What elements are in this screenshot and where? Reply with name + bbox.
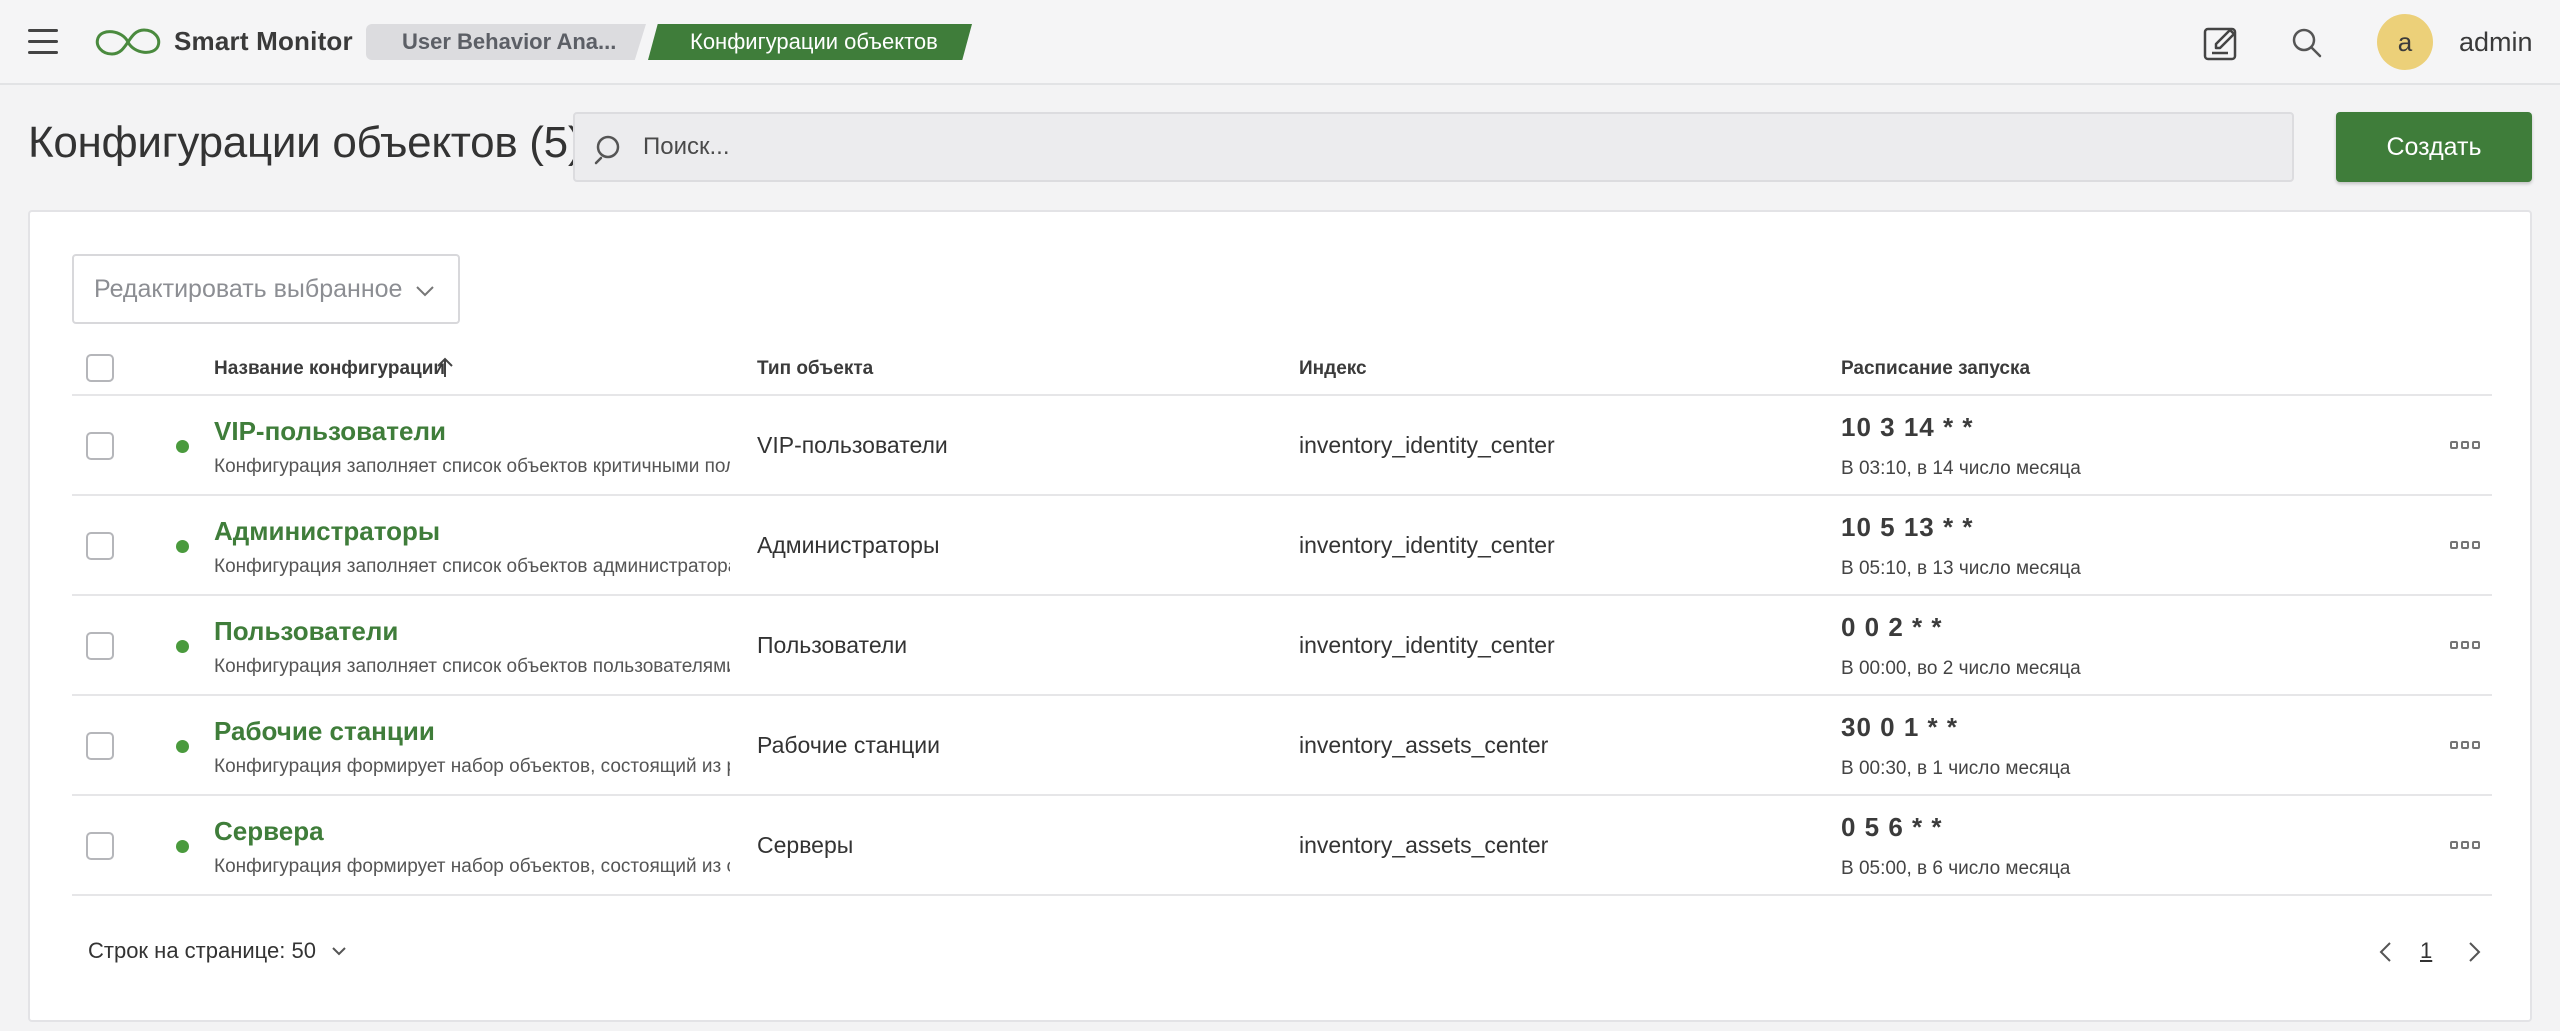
row-checkbox[interactable] <box>86 732 114 760</box>
schedule-description: В 05:00, в 6 число месяца <box>1841 858 2071 879</box>
object-type: Пользователи <box>757 632 908 658</box>
more-options-icon[interactable] <box>2450 836 2484 854</box>
object-type: Серверы <box>757 832 854 858</box>
search-icon[interactable] <box>2290 26 2324 60</box>
config-description: Конфигурация формирует набор объектов, с… <box>214 856 730 877</box>
chevron-down-icon <box>332 947 346 956</box>
schedule-description: В 03:10, в 14 число месяца <box>1841 458 2081 479</box>
schedule-cron: 10 5 13 * * <box>1841 512 1974 542</box>
config-name-link[interactable]: Администраторы <box>214 516 440 547</box>
menu-icon[interactable] <box>28 29 58 55</box>
row-checkbox[interactable] <box>86 532 114 560</box>
schedule-description: В 00:00, во 2 число месяца <box>1841 658 2081 679</box>
infinity-logo-icon[interactable] <box>92 24 164 60</box>
config-name-link[interactable]: VIP-пользователи <box>214 416 446 447</box>
breadcrumb-item-current[interactable]: Конфигурации объектов <box>648 24 972 60</box>
breadcrumb-item-uba[interactable]: User Behavior Ana... <box>366 24 646 60</box>
more-options-icon[interactable] <box>2450 436 2484 454</box>
column-header-name[interactable]: Название конфигурации <box>214 358 445 380</box>
chevron-left-icon[interactable] <box>2374 938 2398 966</box>
breadcrumb-label: User Behavior Ana... <box>402 29 617 54</box>
config-description: Конфигурация заполняет список объектов к… <box>214 456 730 477</box>
more-options-icon[interactable] <box>2450 736 2484 754</box>
chevron-down-icon <box>416 286 434 297</box>
username[interactable]: admin <box>2459 27 2533 58</box>
configurations-card: Редактировать выбранное Название конфигу… <box>28 210 2532 1022</box>
config-description: Конфигурация формирует набор объектов, с… <box>214 756 730 777</box>
config-name-link[interactable]: Пользователи <box>214 616 398 647</box>
status-dot <box>176 840 189 853</box>
page-number[interactable]: 1 <box>2420 938 2432 964</box>
more-options-icon[interactable] <box>2450 536 2484 554</box>
config-name-link[interactable]: Сервера <box>214 816 324 847</box>
table-row[interactable]: Пользователи Конфигурация заполняет спис… <box>72 596 2492 696</box>
table-row[interactable]: Администраторы Конфигурация заполняет сп… <box>72 496 2492 596</box>
schedule-description: В 05:10, в 13 число месяца <box>1841 558 2081 579</box>
status-dot <box>176 440 189 453</box>
more-options-icon[interactable] <box>2450 636 2484 654</box>
column-header-index[interactable]: Индекс <box>1299 358 1367 380</box>
search-icon <box>594 135 620 165</box>
brand-name[interactable]: Smart Monitor <box>174 26 353 57</box>
search-field[interactable] <box>573 112 2294 182</box>
top-bar: Smart Monitor User Behavior Ana... Конфи… <box>0 0 2560 85</box>
schedule-cron: 0 5 6 * * <box>1841 812 1943 842</box>
edit-icon[interactable] <box>2202 24 2240 62</box>
index-name: inventory_identity_center <box>1299 532 1555 558</box>
row-checkbox[interactable] <box>86 432 114 460</box>
schedule-cron: 10 3 14 * * <box>1841 412 1974 442</box>
avatar[interactable]: a <box>2377 14 2433 70</box>
rows-per-page-select[interactable]: Строк на странице: 50 <box>88 938 348 964</box>
config-name-link[interactable]: Рабочие станции <box>214 716 435 747</box>
breadcrumb-label: Конфигурации объектов <box>690 29 938 54</box>
bulk-edit-label: Редактировать выбранное <box>94 274 403 303</box>
rows-per-page-label: Строк на странице: 50 <box>88 938 316 963</box>
index-name: inventory_identity_center <box>1299 432 1555 458</box>
config-description: Конфигурация заполняет список объектов а… <box>214 556 730 577</box>
column-header-type[interactable]: Тип объекта <box>757 358 873 380</box>
search-input[interactable] <box>643 114 2243 180</box>
object-type: VIP-пользователи <box>757 432 948 458</box>
chevron-right-icon[interactable] <box>2462 938 2486 966</box>
object-type: Рабочие станции <box>757 732 940 758</box>
schedule-cron: 0 0 2 * * <box>1841 612 1943 642</box>
sort-ascending-icon[interactable] <box>434 356 456 380</box>
status-dot <box>176 640 189 653</box>
index-name: inventory_assets_center <box>1299 732 1549 758</box>
index-name: inventory_identity_center <box>1299 632 1555 658</box>
status-dot <box>176 540 189 553</box>
page-title: Конфигурации объектов (5) <box>28 118 583 167</box>
table-row[interactable]: VIP-пользователи Конфигурация заполняет … <box>72 396 2492 496</box>
status-dot <box>176 740 189 753</box>
schedule-cron: 30 0 1 * * <box>1841 712 1958 742</box>
row-checkbox[interactable] <box>86 632 114 660</box>
index-name: inventory_assets_center <box>1299 832 1549 858</box>
select-all-checkbox[interactable] <box>86 354 114 382</box>
table-row[interactable]: Сервера Конфигурация формирует набор объ… <box>72 796 2492 896</box>
config-description: Конфигурация заполняет список объектов п… <box>214 656 730 677</box>
object-type: Администраторы <box>757 532 940 558</box>
create-button[interactable]: Создать <box>2336 112 2532 182</box>
schedule-description: В 00:30, в 1 число месяца <box>1841 758 2071 779</box>
row-checkbox[interactable] <box>86 832 114 860</box>
bulk-edit-dropdown[interactable]: Редактировать выбранное <box>72 254 460 324</box>
table-row[interactable]: Рабочие станции Конфигурация формирует н… <box>72 696 2492 796</box>
column-header-schedule[interactable]: Расписание запуска <box>1841 358 2030 380</box>
